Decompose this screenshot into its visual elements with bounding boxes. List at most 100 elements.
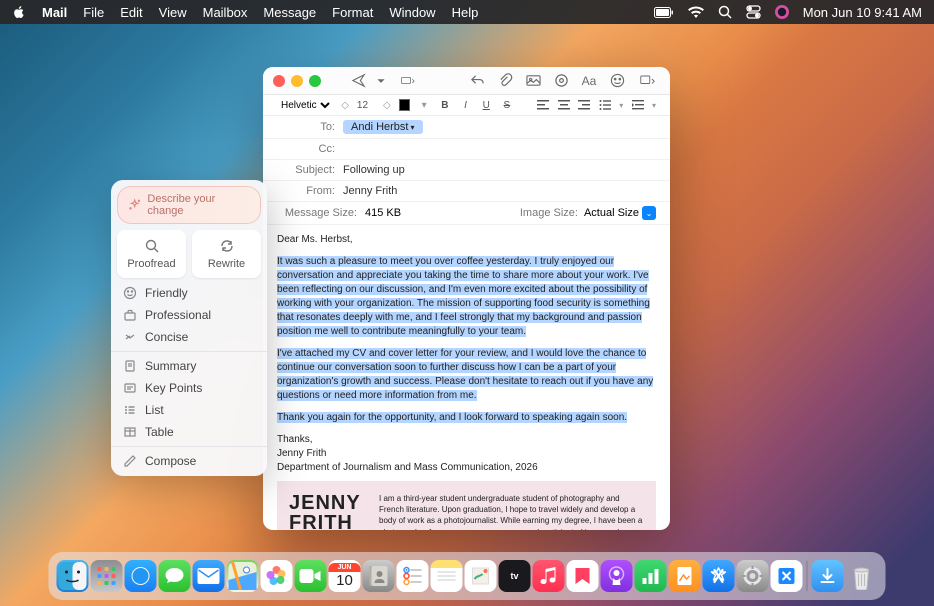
to-field[interactable]: Andi Herbst — [343, 120, 656, 134]
menu-window[interactable]: Window — [389, 5, 435, 20]
bold-button[interactable]: B — [438, 98, 451, 112]
font-size[interactable]: 12 — [357, 100, 375, 111]
window-minimize-button[interactable] — [291, 75, 303, 87]
proofread-button[interactable]: Proofread — [117, 230, 186, 278]
rewrite-icon — [219, 238, 235, 254]
indent-button[interactable] — [631, 98, 644, 112]
menu-message[interactable]: Message — [263, 5, 316, 20]
ai-table[interactable]: Table — [111, 421, 267, 443]
subject-field[interactable]: Following up — [343, 164, 656, 176]
wifi-icon[interactable] — [688, 6, 704, 18]
dock-tv[interactable]: tv — [499, 560, 531, 592]
reply-button[interactable] — [466, 71, 488, 91]
text-color-swatch[interactable] — [399, 99, 410, 111]
dock-facetime[interactable] — [295, 560, 327, 592]
ai-list[interactable]: List — [111, 399, 267, 421]
signature: Thanks, Jenny Frith Department of Journa… — [277, 433, 656, 475]
recipient-pill[interactable]: Andi Herbst — [343, 120, 423, 134]
dock-downloads[interactable] — [812, 560, 844, 592]
dock-trash[interactable] — [846, 560, 878, 592]
menu-help[interactable]: Help — [452, 5, 479, 20]
collapse-icon — [123, 330, 137, 344]
dock-photos[interactable] — [261, 560, 293, 592]
dock-xcode[interactable] — [771, 560, 803, 592]
body-p3: Thank you again for the opportunity, and… — [277, 412, 627, 423]
dock-settings[interactable] — [737, 560, 769, 592]
sparkle-icon — [128, 198, 141, 212]
dock-appstore[interactable] — [703, 560, 735, 592]
ai-professional[interactable]: Professional — [111, 304, 267, 326]
media-browser-button[interactable] — [634, 71, 660, 91]
italic-button[interactable]: I — [459, 98, 472, 112]
format-button[interactable] — [550, 71, 572, 91]
align-right-button[interactable] — [578, 98, 591, 112]
dock-separator — [807, 561, 808, 591]
apple-logo-icon[interactable] — [12, 5, 26, 19]
ai-prompt-input[interactable]: Describe your change — [117, 186, 261, 224]
greeting: Dear Ms. Herbst, — [277, 233, 656, 247]
dock-numbers[interactable] — [635, 560, 667, 592]
image-size-dropdown[interactable]: ⌄ — [642, 206, 656, 220]
doc-icon — [123, 359, 137, 373]
dock-mail[interactable] — [193, 560, 225, 592]
control-center-icon[interactable] — [746, 5, 761, 19]
dock-contacts[interactable] — [363, 560, 395, 592]
strike-button[interactable]: S — [501, 98, 514, 112]
list-icon — [123, 403, 137, 417]
message-headers: To: Andi Herbst Cc: Subject: Following u… — [263, 116, 670, 225]
message-size-value: 415 KB — [365, 207, 401, 219]
dock-notes[interactable] — [431, 560, 463, 592]
dock-safari[interactable] — [125, 560, 157, 592]
menubar-app-name[interactable]: Mail — [42, 5, 67, 20]
dock-music[interactable] — [533, 560, 565, 592]
attachment-preview[interactable]: JENNY FRITH I am a third-year student un… — [277, 481, 656, 530]
ai-compose[interactable]: Compose — [111, 450, 267, 472]
dock-maps[interactable] — [227, 560, 259, 592]
font-select[interactable]: Helvetica — [277, 99, 333, 112]
menu-view[interactable]: View — [159, 5, 187, 20]
dock-messages[interactable] — [159, 560, 191, 592]
align-left-button[interactable] — [536, 98, 549, 112]
dock-reminders[interactable] — [397, 560, 429, 592]
rewrite-button[interactable]: Rewrite — [192, 230, 261, 278]
menu-edit[interactable]: Edit — [120, 5, 142, 20]
dock-pages[interactable] — [669, 560, 701, 592]
search-icon[interactable] — [718, 5, 732, 19]
dock-freeform[interactable] — [465, 560, 497, 592]
battery-icon[interactable] — [654, 7, 674, 18]
body-p2: I've attached my CV and cover letter for… — [277, 348, 653, 401]
dock-launchpad[interactable] — [91, 560, 123, 592]
ai-friendly[interactable]: Friendly — [111, 282, 267, 304]
dock: JUN 10 tv — [49, 552, 886, 600]
photo-button[interactable] — [522, 71, 544, 91]
siri-icon[interactable] — [775, 5, 789, 19]
menu-file[interactable]: File — [83, 5, 104, 20]
ai-concise[interactable]: Concise — [111, 326, 267, 348]
dock-podcasts[interactable] — [601, 560, 633, 592]
ai-keypoints[interactable]: Key Points — [111, 377, 267, 399]
list-button[interactable] — [599, 98, 612, 112]
ai-summary[interactable]: Summary — [111, 355, 267, 377]
from-field[interactable]: Jenny Frith — [343, 185, 656, 197]
from-label: From: — [277, 185, 335, 197]
attach-button[interactable] — [494, 71, 516, 91]
dock-calendar[interactable]: JUN 10 — [329, 560, 361, 592]
align-center-button[interactable] — [557, 98, 570, 112]
menubar-datetime[interactable]: Mon Jun 10 9:41 AM — [803, 5, 922, 20]
message-size-label: Message Size: — [277, 207, 357, 219]
window-zoom-button[interactable] — [309, 75, 321, 87]
header-dropdown-button[interactable] — [375, 71, 387, 91]
send-button[interactable] — [347, 71, 369, 91]
dock-news[interactable] — [567, 560, 599, 592]
window-close-button[interactable] — [273, 75, 285, 87]
color-dropdown-icon[interactable]: ▾ — [418, 98, 431, 112]
body-p1: It was such a pleasure to meet you over … — [277, 256, 650, 337]
message-body[interactable]: Dear Ms. Herbst, It was such a pleasure … — [263, 225, 670, 530]
underline-button[interactable]: U — [480, 98, 493, 112]
dock-finder[interactable] — [57, 560, 89, 592]
menu-format[interactable]: Format — [332, 5, 373, 20]
text-style-button[interactable]: Aa — [578, 71, 600, 91]
reply-options-button[interactable] — [393, 71, 423, 91]
menu-mailbox[interactable]: Mailbox — [203, 5, 248, 20]
emoji-button[interactable] — [606, 71, 628, 91]
